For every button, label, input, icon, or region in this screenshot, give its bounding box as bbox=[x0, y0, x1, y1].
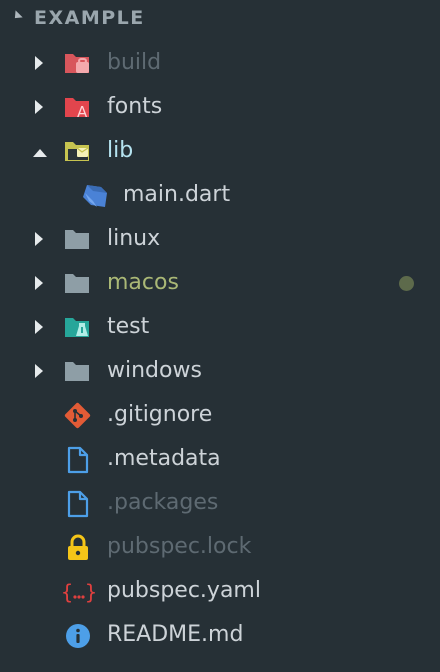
svg-text:A: A bbox=[77, 103, 88, 120]
tree-item-test[interactable]: test bbox=[0, 305, 440, 349]
info-icon bbox=[64, 622, 92, 648]
file-explorer: EXAMPLE build A fonts lib main.dart linu… bbox=[0, 0, 440, 672]
tree-item-linux[interactable]: linux bbox=[0, 217, 440, 261]
tree-item-label: pubspec.yaml bbox=[107, 578, 261, 603]
folder-gray-icon bbox=[64, 270, 92, 296]
yaml-braces-icon: { } bbox=[61, 578, 97, 604]
tree-item-readme[interactable]: README.md bbox=[0, 613, 440, 657]
tree-item-label: .packages bbox=[107, 490, 219, 515]
explorer-title: EXAMPLE bbox=[34, 7, 145, 29]
expand-arrow-icon[interactable] bbox=[35, 56, 43, 70]
modified-status-dot bbox=[399, 276, 414, 291]
collapse-caret-icon[interactable] bbox=[11, 10, 23, 22]
tree-item-metadata[interactable]: .metadata bbox=[0, 437, 440, 481]
file-blue-icon bbox=[66, 490, 94, 518]
expand-arrow-icon[interactable] bbox=[35, 364, 43, 378]
tree-item-label: .metadata bbox=[107, 446, 221, 471]
tree-item-label: pubspec.lock bbox=[107, 534, 252, 559]
tree-item-fonts[interactable]: A fonts bbox=[0, 85, 440, 129]
svg-text:}: } bbox=[85, 580, 97, 604]
lock-icon bbox=[66, 534, 94, 560]
tree-item-label: lib bbox=[107, 138, 134, 163]
tree-item-lib[interactable]: lib bbox=[0, 129, 440, 173]
tree-item-label: windows bbox=[107, 358, 202, 383]
folder-gray-icon bbox=[64, 358, 92, 384]
tree-item-pubspec-yaml[interactable]: { } pubspec.yaml bbox=[0, 569, 440, 613]
folder-red-font-icon: A bbox=[64, 94, 92, 121]
tree-item-build[interactable]: build bbox=[0, 41, 440, 85]
tree-item-packages[interactable]: .packages bbox=[0, 481, 440, 525]
tree-item-main-dart[interactable]: main.dart bbox=[0, 173, 440, 217]
expand-arrow-icon[interactable] bbox=[35, 276, 43, 290]
collapse-arrow-icon[interactable] bbox=[33, 149, 47, 157]
tree-item-label: main.dart bbox=[123, 182, 231, 207]
tree-item-label: test bbox=[107, 314, 150, 339]
folder-teal-test-icon bbox=[64, 314, 92, 340]
expand-arrow-icon[interactable] bbox=[35, 100, 43, 114]
folder-gray-icon bbox=[64, 226, 92, 252]
expand-arrow-icon[interactable] bbox=[35, 232, 43, 246]
tree-item-label: macos bbox=[107, 270, 179, 295]
dart-icon bbox=[81, 182, 109, 208]
folder-yellow-open-icon bbox=[64, 138, 92, 164]
expand-arrow-icon[interactable] bbox=[35, 320, 43, 334]
svg-text:{: { bbox=[61, 580, 73, 604]
tree-item-macos[interactable]: macos bbox=[0, 261, 440, 305]
tree-item-label: fonts bbox=[107, 94, 163, 119]
tree-item-gitignore[interactable]: .gitignore bbox=[0, 393, 440, 437]
file-blue-icon bbox=[66, 446, 94, 474]
tree-item-label: README.md bbox=[107, 622, 244, 647]
explorer-header[interactable]: EXAMPLE bbox=[0, 0, 440, 38]
git-icon bbox=[64, 402, 92, 429]
tree-item-label: .gitignore bbox=[107, 402, 213, 427]
tree-item-label: linux bbox=[107, 226, 161, 251]
tree-item-label: build bbox=[107, 50, 162, 75]
tree-item-pubspec-lock[interactable]: pubspec.lock bbox=[0, 525, 440, 569]
tree-item-windows[interactable]: windows bbox=[0, 349, 440, 393]
folder-red-package-icon bbox=[64, 50, 92, 76]
